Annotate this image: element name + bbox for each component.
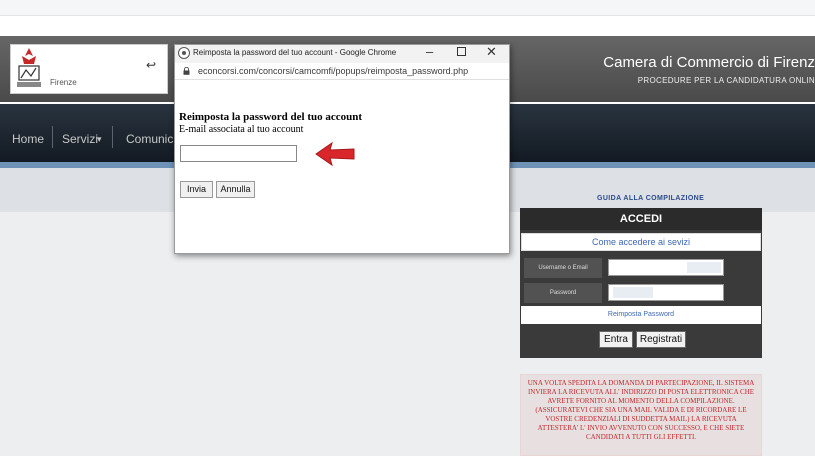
minimize-button[interactable]: – <box>426 44 433 59</box>
maximize-button[interactable] <box>457 47 466 56</box>
lock-icon <box>183 67 190 75</box>
help-link[interactable]: Come accedere ai sevizi <box>521 233 761 251</box>
notice-text: UNA VOLTA SPEDITA LA DOMANDA DI PARTECIP… <box>520 374 762 456</box>
form-title: Reimposta la password del tuo account <box>179 111 363 123</box>
enter-button[interactable]: Entra <box>599 331 633 348</box>
logo-swirl-icon: ↩ <box>146 58 157 72</box>
autofill-shade <box>687 262 721 273</box>
logo-text: Firenze <box>50 78 77 87</box>
username-label: Username o Email <box>524 258 602 278</box>
username-field[interactable] <box>608 259 724 276</box>
email-field[interactable] <box>180 145 297 162</box>
email-label: E-mail associata al tuo account <box>179 124 304 135</box>
register-button[interactable]: Registrati <box>636 331 686 348</box>
nav-divider <box>52 126 53 148</box>
site-subtitle: PROCEDURE PER LA CANDIDATURA ONLIN <box>637 76 815 85</box>
reset-password-link[interactable]: Reimposta Password <box>521 306 761 324</box>
login-heading: ACCEDI <box>520 208 762 230</box>
password-field[interactable] <box>608 284 724 301</box>
chrome-icon-center <box>182 51 186 55</box>
popup-window-title: Reimposta la password del tuo account - … <box>193 48 397 57</box>
logo-emblem-icon <box>17 48 41 87</box>
site-title: Camera di Commercio di Firenz <box>603 54 815 71</box>
popup-url-text: econcorsi.com/concorsi/camcomfi/popups/r… <box>198 66 469 76</box>
nav-item-servizi[interactable]: Servizi <box>62 132 98 146</box>
nav-divider <box>112 126 113 148</box>
browser-top-strip <box>0 0 815 16</box>
arrow-icon <box>315 141 355 167</box>
cancel-button[interactable]: Annulla <box>216 181 255 198</box>
chevron-down-icon: ▾ <box>97 134 102 144</box>
autofill-shade <box>613 287 653 298</box>
password-label: Password <box>524 283 602 303</box>
close-button[interactable]: ✕ <box>486 44 497 60</box>
nav-item-home[interactable]: Home <box>12 132 44 146</box>
guide-link[interactable]: GUIDA ALLA COMPILAZIONE <box>597 195 704 202</box>
send-button[interactable]: Invia <box>180 181 213 198</box>
